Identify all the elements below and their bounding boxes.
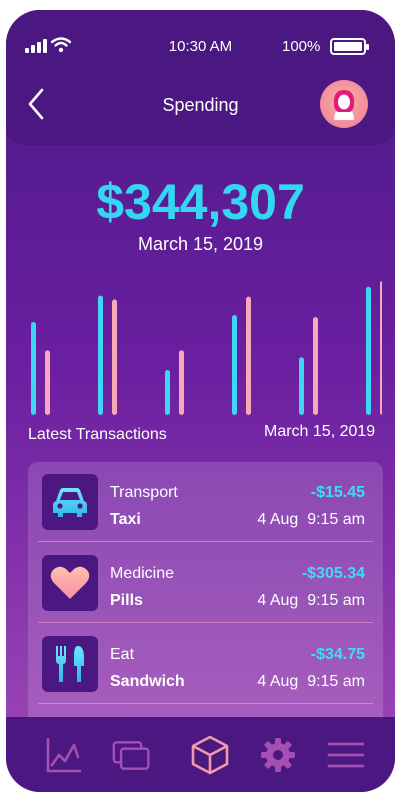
transaction-name: Pills <box>110 592 143 609</box>
transaction-time: 9:15 am <box>307 511 365 528</box>
fork-knife-icon <box>42 636 98 692</box>
bottom-nav <box>6 717 395 792</box>
transaction-row[interactable]: Eat Sandwich -$34.75 4 Aug 9:15 am <box>28 624 383 704</box>
transaction-amount: -$15.45 <box>310 484 365 501</box>
chart-bar-4-1 <box>232 315 237 415</box>
user-avatar-icon <box>333 90 355 120</box>
status-bar: 10:30 AM 100% <box>6 36 395 58</box>
chart-icon[interactable] <box>44 735 84 775</box>
transaction-row[interactable]: Medicine Pills -$305.34 4 Aug 9:15 am <box>28 543 383 623</box>
transaction-amount: -$305.34 <box>301 565 365 582</box>
chart-bar-5-1 <box>299 357 304 415</box>
chart-bar-4-2 <box>246 296 251 415</box>
header: 10:30 AM 100% Spending <box>6 10 395 145</box>
transaction-date: 4 Aug <box>257 511 299 528</box>
transaction-amount: -$34.75 <box>310 646 365 663</box>
transaction-category: Transport <box>110 484 178 501</box>
chart-bar-5-2 <box>313 317 318 415</box>
transaction-date: 4 Aug <box>257 592 299 609</box>
chart-bar-3-1 <box>165 369 170 415</box>
transaction-datetime: 4 Aug 9:15 am <box>257 673 365 691</box>
chart-bar-6-2 <box>380 280 382 415</box>
total-date: March 15, 2019 <box>137 234 264 254</box>
divider <box>38 541 373 542</box>
transaction-date: 4 Aug <box>257 673 299 690</box>
transactions-list: Transport Taxi -$15.45 4 Aug 9:15 am Med… <box>28 462 383 737</box>
chart-bar-2-1 <box>98 295 103 415</box>
chart-bar-3-2 <box>179 350 184 415</box>
transaction-name: Sandwich <box>110 673 185 690</box>
total-amount: $344,307 <box>96 174 305 230</box>
heart-icon <box>42 555 98 611</box>
battery-icon <box>330 38 369 55</box>
divider <box>38 622 373 623</box>
chart-bar-1-2 <box>45 350 50 415</box>
chart-label-date: March 15, 2019 <box>264 423 376 440</box>
chart-bar-6-1 <box>366 286 371 415</box>
chart-bar-1-1 <box>31 322 36 415</box>
menu-icon[interactable] <box>326 735 366 775</box>
phone-screen: 10:30 AM 100% Spending $344,307 March 15… <box>6 10 395 792</box>
transaction-category: Medicine <box>110 565 175 582</box>
car-icon <box>42 474 98 530</box>
gear-icon[interactable] <box>258 735 298 775</box>
transaction-time: 9:15 am <box>307 592 365 609</box>
transaction-category: Eat <box>110 646 135 663</box>
divider <box>38 703 373 704</box>
spending-bar-chart <box>31 280 382 415</box>
cards-icon[interactable] <box>112 735 152 775</box>
transaction-datetime: 4 Aug 9:15 am <box>257 511 365 529</box>
chart-bar-2-2 <box>112 299 117 415</box>
battery-percent: 100% <box>282 38 321 55</box>
chart-label-latest: Latest Transactions <box>28 426 167 443</box>
transaction-row[interactable]: Transport Taxi -$15.45 4 Aug 9:15 am <box>28 462 383 542</box>
transaction-datetime: 4 Aug 9:15 am <box>257 592 365 610</box>
battery-fill <box>334 42 362 51</box>
transaction-name: Taxi <box>110 511 141 528</box>
avatar[interactable] <box>320 80 368 128</box>
transaction-time: 9:15 am <box>307 673 365 690</box>
cube-icon[interactable] <box>190 735 230 775</box>
